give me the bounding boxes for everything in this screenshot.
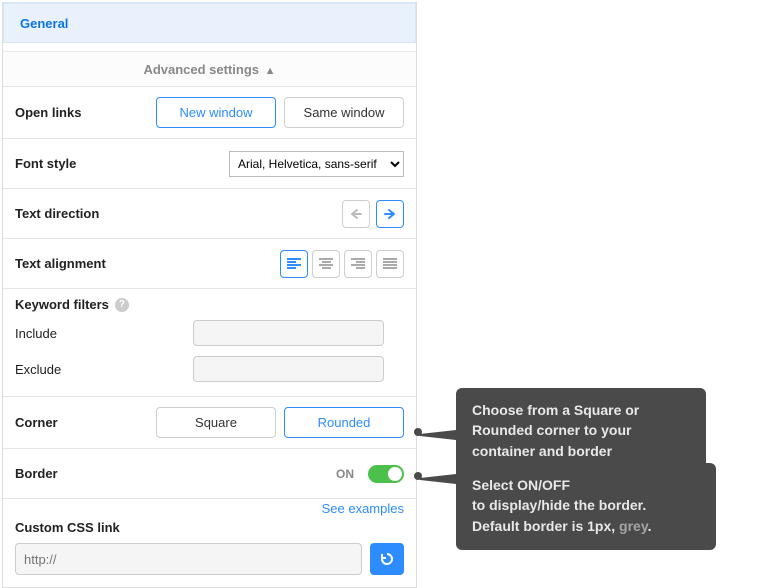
callout-corner-line3: container and border	[472, 441, 690, 461]
chevron-up-icon: ▲	[265, 65, 276, 77]
callout-connector-dot	[414, 428, 422, 436]
row-open-links: Open links New window Same window	[3, 87, 416, 139]
callout-border: Select ON/OFF to display/hide the border…	[456, 463, 716, 550]
callout-connector	[420, 430, 456, 440]
callout-border-line2: to display/hide the border.	[472, 495, 700, 515]
settings-panel: General Advanced settings ▲ Open links N…	[2, 2, 417, 588]
row-font-style: Font style Arial, Helvetica, sans-serif	[3, 139, 416, 189]
arrow-right-icon	[383, 208, 397, 220]
tab-general[interactable]: General	[3, 2, 416, 43]
border-toggle[interactable]	[368, 465, 404, 483]
reload-css-button[interactable]	[370, 543, 404, 575]
row-text-alignment: Text alignment	[3, 239, 416, 289]
custom-css-label: Custom CSS link	[15, 520, 404, 535]
arrow-left-icon	[349, 208, 363, 220]
align-right-button[interactable]	[344, 250, 372, 278]
help-icon[interactable]: ?	[115, 298, 129, 312]
see-examples-link[interactable]: See examples	[322, 501, 404, 516]
new-window-button[interactable]: New window	[156, 97, 276, 128]
callout-border-line3: Default border is 1px, grey.	[472, 516, 700, 536]
text-direction-label: Text direction	[15, 206, 99, 221]
align-right-icon	[351, 258, 365, 270]
callout-corner: Choose from a Square or Rounded corner t…	[456, 388, 706, 475]
callout-corner-line1: Choose from a Square or	[472, 400, 690, 420]
align-left-icon	[287, 258, 301, 270]
tab-general-label: General	[20, 16, 68, 31]
row-text-direction: Text direction	[3, 189, 416, 239]
exclude-input[interactable]	[193, 356, 384, 382]
row-border: Border ON	[3, 449, 416, 499]
align-center-icon	[319, 258, 333, 270]
font-style-label: Font style	[15, 156, 76, 171]
row-corner: Corner Square Rounded	[3, 397, 416, 449]
exclude-label: Exclude	[15, 362, 100, 377]
border-label: Border	[15, 466, 58, 481]
callout-corner-line2: Rounded corner to your	[472, 420, 690, 440]
include-input[interactable]	[193, 320, 384, 346]
reload-icon	[379, 551, 395, 567]
custom-css-section: See examples Custom CSS link	[3, 499, 416, 587]
open-links-label: Open links	[15, 105, 81, 120]
keyword-filters-section: Keyword filters ? Include Exclude	[3, 289, 416, 397]
font-style-select[interactable]: Arial, Helvetica, sans-serif	[229, 151, 404, 177]
corner-rounded-button[interactable]: Rounded	[284, 407, 404, 438]
align-left-button[interactable]	[280, 250, 308, 278]
callout-connector-2	[420, 474, 456, 484]
text-alignment-label: Text alignment	[15, 256, 106, 271]
corner-label: Corner	[15, 415, 58, 430]
border-state-label: ON	[336, 467, 354, 481]
include-label: Include	[15, 326, 100, 341]
corner-square-button[interactable]: Square	[156, 407, 276, 438]
advanced-settings-toggle[interactable]: Advanced settings ▲	[3, 51, 416, 87]
direction-ltr-button[interactable]	[342, 200, 370, 228]
align-center-button[interactable]	[312, 250, 340, 278]
advanced-settings-label: Advanced settings	[143, 62, 259, 77]
same-window-button[interactable]: Same window	[284, 97, 404, 128]
align-justify-icon	[383, 258, 397, 270]
direction-rtl-button[interactable]	[376, 200, 404, 228]
custom-css-input[interactable]	[15, 543, 362, 575]
keyword-filters-label: Keyword filters	[15, 297, 109, 312]
callout-border-line1: Select ON/OFF	[472, 475, 700, 495]
callout-connector-dot-2	[414, 472, 422, 480]
align-justify-button[interactable]	[376, 250, 404, 278]
